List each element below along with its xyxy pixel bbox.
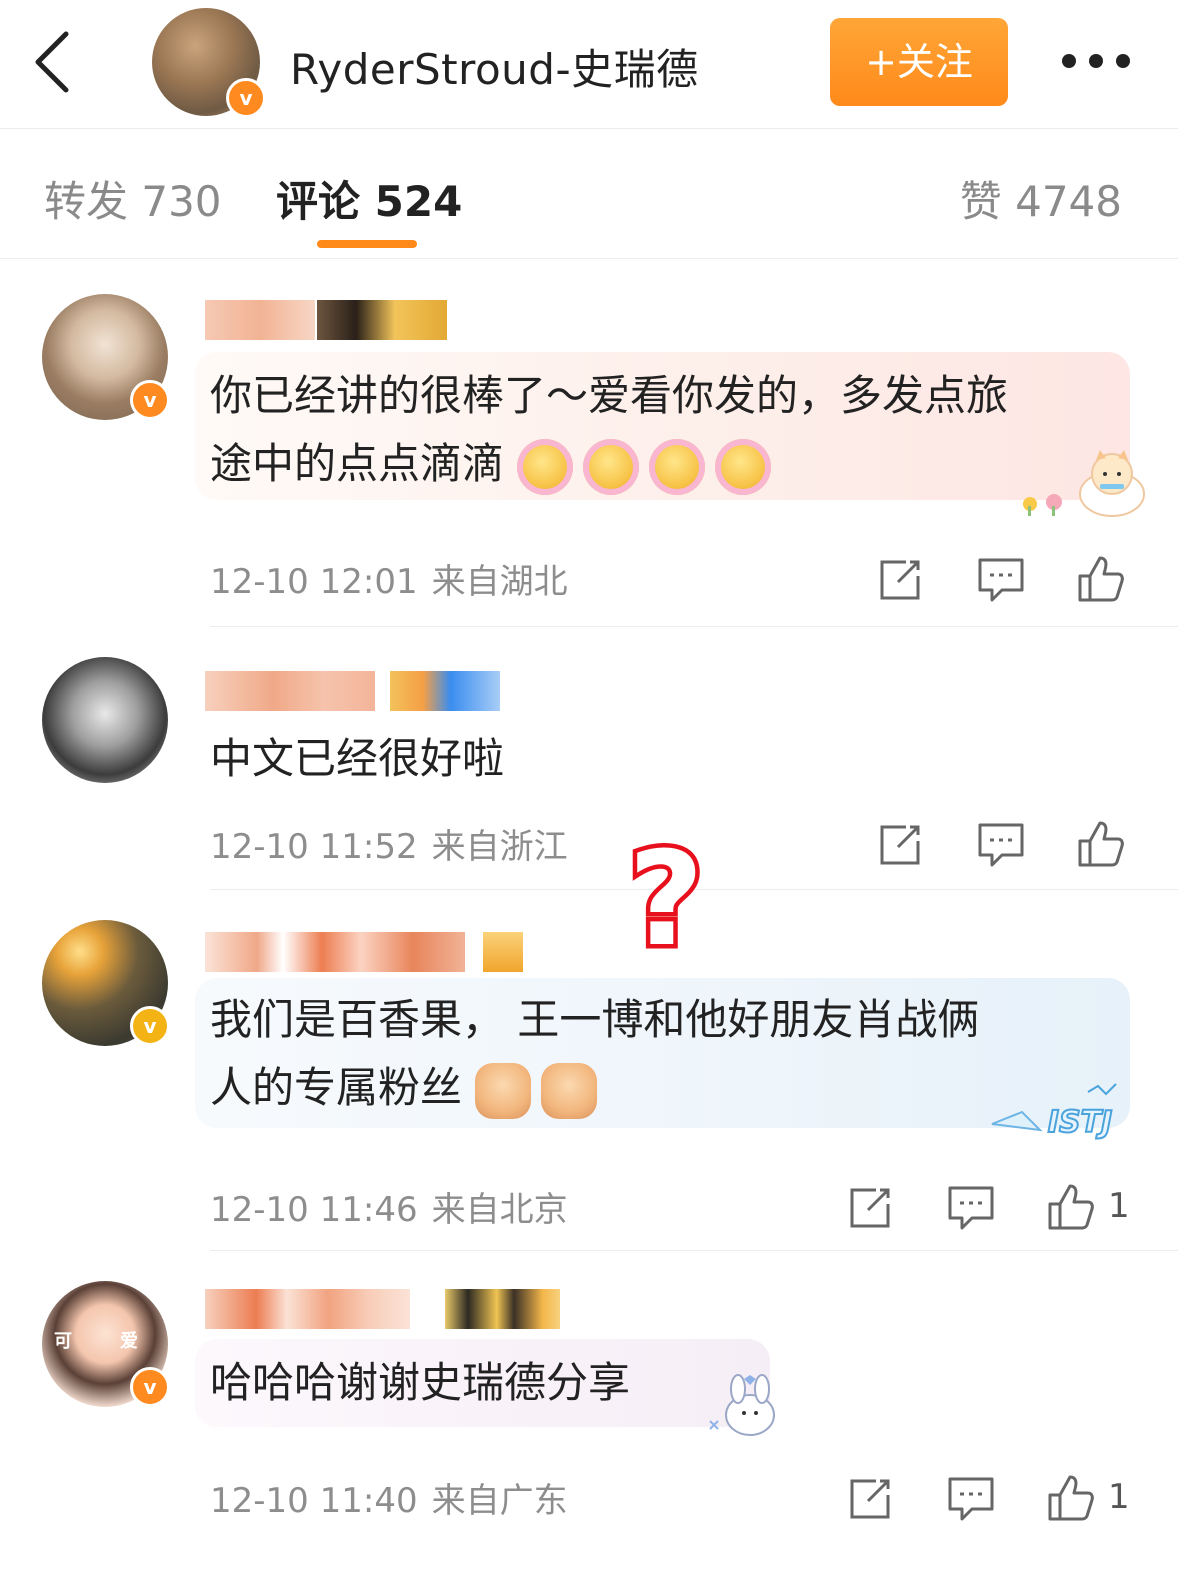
cat-sticker-icon [1023,450,1145,517]
verified-badge: v [130,1367,170,1407]
more-options-icon[interactable] [1056,40,1136,84]
like-thumb-icon[interactable] [1046,1473,1096,1523]
like-thumb-icon[interactable] [1076,819,1126,869]
comment-text: 我们是百香果， 王一博和他好朋友肖战俩 人的专属粉丝 [210,986,979,1122]
comment-text: 中文已经很好啦 [210,734,505,783]
reply-comment-icon[interactable] [976,819,1026,869]
comment-time: 12-10 12:01 [210,562,418,602]
like-thumb-icon[interactable] [1046,1182,1096,1232]
commenter-name-blurred[interactable] [205,300,465,340]
tab-comments[interactable]: 评论 524 [276,168,462,229]
comment-item: 中文已经很好啦 12-10 11:52 来自浙江 [0,627,1178,890]
commenter-avatar[interactable]: v [42,920,170,1046]
comment-text: 哈哈哈谢谢史瑞德分享 [210,1358,631,1407]
like-count: 1 [1108,1477,1130,1517]
comment-location: 来自北京 [431,1190,568,1230]
avatar-text: 可 [54,1331,72,1352]
follow-button[interactable]: +关注 [830,18,1008,106]
istj-sticker-icon: ISTJ [988,1082,1144,1144]
flower-smile-emoji [583,438,640,495]
tab-likes[interactable]: 赞 4748 [960,168,1122,229]
verified-badge: v [130,380,170,420]
author-avatar[interactable]: v [152,8,266,118]
commenter-avatar[interactable]: 可 爱 v [42,1281,170,1407]
flower-smile-emoji [517,438,574,495]
reply-comment-icon[interactable] [946,1182,996,1232]
comment-text: 你已经讲的很棒了～爱看你发的，多发点旅 途中的点点滴滴 [210,362,1008,498]
tab-bar: 转发 730 评论 524 赞 4748 [0,128,1178,259]
comment-actions: 1 [846,1182,1136,1232]
comment-actions: 1 [846,1473,1136,1523]
commenter-avatar[interactable]: v [42,294,170,420]
comment-meta: 12-10 12:01 来自湖北 [210,554,568,603]
comment-time: 12-10 11:46 [210,1190,418,1230]
comment-item: v 你已经讲的很棒了～爱看你发的，多发点旅 途中的点点滴滴 12-10 12:0… [0,262,1178,627]
share-icon[interactable] [846,1182,896,1232]
active-tab-indicator [317,240,417,248]
reply-comment-icon[interactable] [976,554,1026,604]
top-bar: v RyderStroud-史瑞德 +关注 [0,0,1178,129]
comment-actions [876,819,1136,869]
comment-location: 来自广东 [431,1481,568,1521]
share-icon[interactable] [846,1473,896,1523]
share-icon[interactable] [876,819,926,869]
commenter-name-blurred[interactable] [205,932,525,972]
comment-time: 12-10 11:52 [210,827,418,867]
fist-emoji [475,1062,532,1119]
avatar-text: 爱 [120,1331,138,1352]
comment-location: 来自湖北 [431,562,568,602]
commenter-avatar[interactable] [42,657,168,783]
verified-badge: v [130,1006,170,1046]
tab-reposts[interactable]: 转发 730 [44,168,222,229]
comment-meta: 12-10 11:46 来自北京 [210,1182,568,1231]
comment-actions [876,554,1136,604]
author-name[interactable]: RyderStroud-史瑞德 [290,36,699,97]
like-thumb-icon[interactable] [1076,554,1126,604]
share-icon[interactable] [876,554,926,604]
back-arrow-icon[interactable] [30,30,80,94]
comment-location: 来自浙江 [431,827,568,867]
comment-meta: 12-10 11:40 来自广东 [210,1473,568,1522]
fist-emoji [541,1062,598,1119]
comment-meta: 12-10 11:52 来自浙江 [210,819,568,868]
commenter-name-blurred[interactable] [205,671,505,711]
commenter-name-blurred[interactable] [205,1289,565,1329]
comment-item: 可 爱 v 哈哈哈谢谢史瑞德分享 12-10 11:40 来自广东 1 [0,1251,1178,1551]
like-count: 1 [1108,1186,1130,1226]
flower-smile-emoji [649,438,706,495]
svg-text:ISTJ: ISTJ [1048,1105,1112,1140]
flower-smile-emoji [715,438,772,495]
bunny-sticker-icon [709,1374,775,1436]
reply-comment-icon[interactable] [946,1473,996,1523]
comment-time: 12-10 11:40 [210,1481,418,1521]
verified-badge: v [226,78,266,118]
comment-item: v 我们是百香果， 王一博和他好朋友肖战俩 人的专属粉丝 ISTJ 12-10 … [0,890,1178,1251]
